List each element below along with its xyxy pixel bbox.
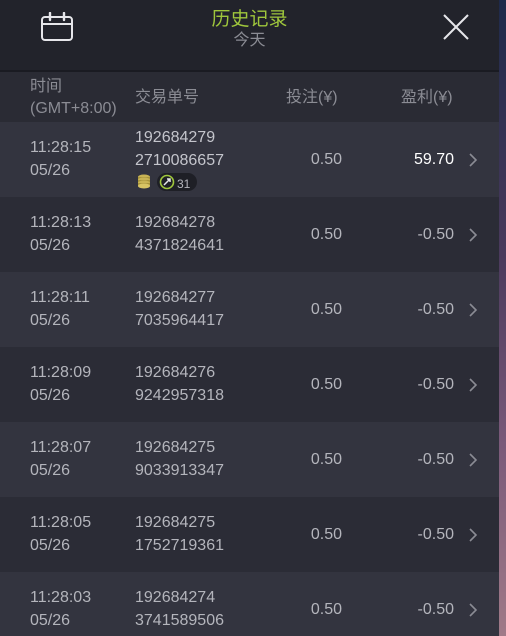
- history-panel: 历史记录 今天 时间 (GMT+8:00) 交易单号 投注(¥) 盈利(¥) 1…: [0, 0, 499, 636]
- row-order-number: 192684277: [135, 289, 216, 306]
- row-order-number: 192684275: [135, 514, 216, 531]
- row-date: 05/26: [30, 312, 71, 329]
- row-order-number-suffix: 1752719361: [135, 537, 224, 554]
- table-row[interactable]: 11:28:15 05/26 192684279 2710086657 31 0…: [0, 122, 499, 197]
- row-bet: 0.50: [310, 301, 342, 318]
- chevron-right-icon[interactable]: [468, 377, 478, 393]
- coins-icon: [138, 174, 150, 189]
- row-time: 11:28:05: [30, 514, 92, 531]
- row-profit: -0.50: [417, 601, 454, 618]
- row-profit: -0.50: [417, 451, 454, 468]
- free-spin-badge: 31: [157, 173, 197, 191]
- row-bet: 0.50: [310, 451, 342, 468]
- row-order-number-suffix: 9033913347: [135, 462, 224, 479]
- row-order-number-suffix: 4371824641: [135, 237, 224, 254]
- row-bet: 0.50: [310, 526, 342, 543]
- row-profit: -0.50: [417, 526, 454, 543]
- close-icon[interactable]: [441, 12, 471, 42]
- row-bet: 0.50: [310, 226, 342, 243]
- row-profit: 59.70: [413, 151, 454, 168]
- row-date: 05/26: [30, 237, 71, 254]
- row-order-number: 192684274: [135, 589, 216, 606]
- row-time: 11:28:07: [30, 439, 92, 456]
- row-profit: -0.50: [417, 301, 454, 318]
- background-strip: [498, 0, 506, 636]
- row-order-number: 192684278: [135, 214, 216, 231]
- column-profit-label: 盈利(¥): [401, 89, 453, 106]
- row-time: 11:28:13: [30, 214, 92, 231]
- spin-icon: [159, 174, 175, 190]
- row-profit: -0.50: [417, 376, 454, 393]
- page-subtitle: 今天: [233, 32, 266, 49]
- row-bet: 0.50: [310, 376, 342, 393]
- row-time: 11:28:09: [30, 364, 92, 381]
- row-order-number: 192684275: [135, 439, 216, 456]
- column-time-label: 时间: [30, 78, 63, 95]
- row-order-number: 192684276: [135, 364, 216, 381]
- header: 历史记录 今天: [0, 0, 499, 72]
- chevron-right-icon[interactable]: [468, 302, 478, 318]
- row-time: 11:28:03: [30, 589, 92, 606]
- table-row[interactable]: 11:28:11 05/26 192684277 7035964417 0.50…: [0, 272, 499, 347]
- row-date: 05/26: [30, 537, 71, 554]
- page-title: 历史记录: [211, 9, 288, 30]
- row-time: 11:28:15: [30, 139, 92, 156]
- row-order-number-suffix: 2710086657: [135, 152, 224, 169]
- row-profit: -0.50: [417, 226, 454, 243]
- chevron-right-icon[interactable]: [468, 152, 478, 168]
- chevron-right-icon[interactable]: [468, 227, 478, 243]
- row-order-number: 192684279: [135, 129, 216, 146]
- row-bet: 0.50: [310, 601, 342, 618]
- table-row[interactable]: 11:28:09 05/26 192684276 9242957318 0.50…: [0, 347, 499, 422]
- row-order-number-suffix: 7035964417: [135, 312, 224, 329]
- badge-count: 31: [177, 177, 191, 191]
- row-time: 11:28:11: [30, 289, 90, 306]
- chevron-right-icon[interactable]: [468, 527, 478, 543]
- table-row[interactable]: 11:28:05 05/26 192684275 1752719361 0.50…: [0, 497, 499, 572]
- row-date: 05/26: [30, 387, 71, 404]
- row-date: 05/26: [30, 162, 71, 179]
- row-bet: 0.50: [310, 151, 342, 168]
- row-order-number-suffix: 9242957318: [135, 387, 224, 404]
- column-header: 时间 (GMT+8:00) 交易单号 投注(¥) 盈利(¥): [0, 72, 499, 122]
- table-row[interactable]: 11:28:13 05/26 192684278 4371824641 0.50…: [0, 197, 499, 272]
- column-time-zone-label: (GMT+8:00): [30, 100, 117, 117]
- row-order-number-suffix: 3741589506: [135, 612, 224, 629]
- column-bet-label: 投注(¥): [286, 89, 338, 106]
- table-row[interactable]: 11:28:03 05/26 192684274 3741589506 0.50…: [0, 572, 499, 636]
- row-date: 05/26: [30, 462, 71, 479]
- column-order-label: 交易单号: [135, 89, 200, 106]
- chevron-right-icon[interactable]: [468, 602, 478, 618]
- table-row[interactable]: 11:28:07 05/26 192684275 9033913347 0.50…: [0, 422, 499, 497]
- chevron-right-icon[interactable]: [468, 452, 478, 468]
- row-date: 05/26: [30, 612, 71, 629]
